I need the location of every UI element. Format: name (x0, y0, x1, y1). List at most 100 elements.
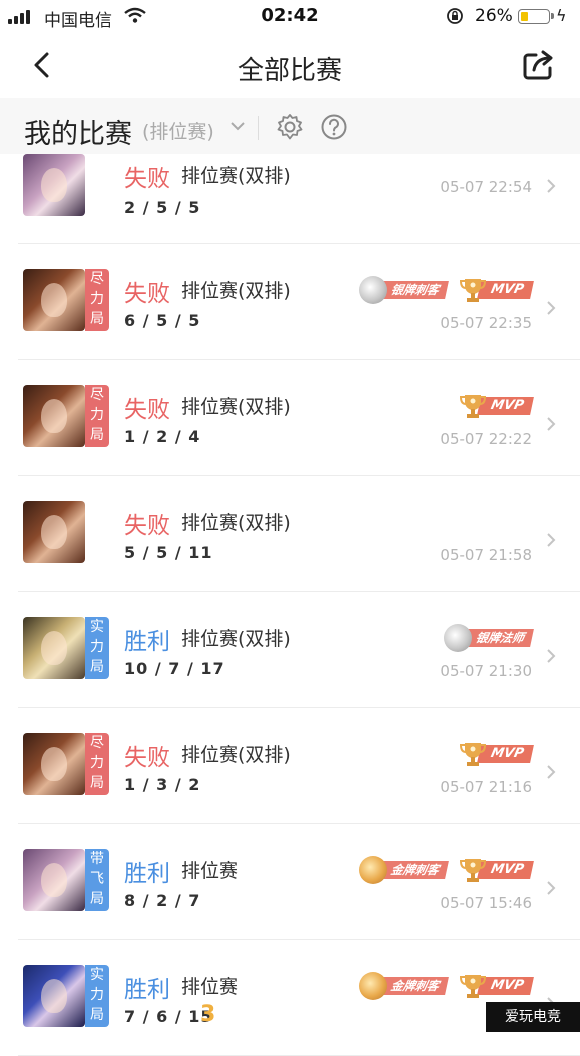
hero-avatar (23, 154, 85, 216)
badge-group: 金牌刺客 MVP (359, 854, 534, 886)
match-date: 05-07 22:35 (440, 314, 532, 332)
mvp-badge: MVP (459, 742, 534, 766)
chevron-down-icon[interactable] (230, 120, 246, 132)
match-mode: 排位赛 (181, 976, 239, 998)
match-row[interactable]: 带飞局胜利 排位赛 8 / 2 / 7 金牌刺客 MVP 05-07 15:46 (0, 824, 580, 940)
badge-group: 金牌刺客 MVP (359, 970, 534, 1002)
chevron-right-icon (547, 649, 556, 663)
match-mode: 排位赛(双排) (181, 512, 291, 534)
trophy-icon (460, 395, 487, 418)
match-date: 05-07 22:54 (440, 178, 532, 196)
hero-avatar (23, 501, 85, 563)
page-title: 全部比赛 (237, 56, 342, 86)
hero-avatar (23, 733, 85, 795)
match-result: 失败 (124, 397, 170, 423)
performance-tag: 尽力局 (85, 733, 109, 795)
match-result: 失败 (124, 166, 170, 192)
badge-group: 银牌法师 (443, 622, 534, 654)
match-type-filter[interactable]: (排位赛) (142, 117, 214, 144)
kda-stats: 5 / 5 / 11 (124, 543, 213, 562)
medal-icon (359, 972, 388, 1000)
match-date: 05-07 21:16 (440, 778, 532, 796)
share-icon[interactable] (522, 49, 556, 81)
match-mode: 排位赛 (181, 860, 239, 882)
performance-tag: 实力局 (85, 617, 109, 679)
silver-medal-badge: 银牌法师 (443, 624, 534, 652)
match-result: 胜利 (124, 977, 170, 1003)
performance-tag: 带飞局 (85, 849, 109, 911)
mvp-badge: MVP (459, 278, 534, 302)
chevron-right-icon (547, 179, 556, 193)
match-date: 05-07 21:58 (440, 546, 532, 564)
hero-avatar (23, 849, 85, 911)
badge-group: MVP (459, 390, 534, 422)
match-result: 胜利 (124, 861, 170, 887)
gear-icon[interactable] (276, 113, 304, 141)
match-mode: 排位赛(双排) (181, 744, 291, 766)
my-matches-header: 我的比赛 (排位赛) (0, 98, 580, 154)
match-list: 失败 排位赛(双排) 2 / 5 / 5 05-07 22:54 尽力局失败 排位赛(双排… (0, 154, 580, 1056)
watermark-logo: 爱玩电竞 (486, 1002, 580, 1032)
kda-stats: 10 / 7 / 17 (124, 659, 225, 678)
badge-group: 银牌刺客 MVP (359, 274, 534, 306)
trophy-icon (460, 859, 487, 882)
match-mode: 排位赛(双排) (181, 165, 291, 187)
chevron-right-icon (547, 533, 556, 547)
match-result: 失败 (124, 745, 170, 771)
hero-avatar (23, 965, 85, 1027)
match-result: 失败 (124, 281, 170, 307)
match-row[interactable]: 失败 排位赛(双排) 5 / 5 / 11 05-07 21:58 (0, 476, 580, 592)
mvp-badge: MVP (459, 858, 534, 882)
gold-medal-badge: 金牌刺客 (359, 972, 450, 1000)
match-date: 05-07 22:22 (440, 430, 532, 448)
performance-tag: 尽力局 (85, 385, 109, 447)
kda-stats: 1 / 3 / 2 (124, 775, 201, 794)
kda-stats: 6 / 5 / 5 (124, 311, 201, 330)
kda-stats: 2 / 5 / 5 (124, 198, 201, 217)
match-date: 05-07 15:46 (440, 894, 532, 912)
chevron-right-icon (547, 417, 556, 431)
section-title: 我的比赛 (24, 119, 132, 150)
battery-icon (518, 9, 554, 24)
match-mode: 排位赛(双排) (181, 280, 291, 302)
performance-tag: 实力局 (85, 965, 109, 1027)
match-row[interactable]: 尽力局失败 排位赛(双排) 1 / 3 / 2 MVP 05-07 21:16 (0, 708, 580, 824)
kda-stats: 1 / 2 / 4 (124, 427, 201, 446)
match-date: 05-07 21:30 (440, 662, 532, 680)
rank-number: 3 (200, 1002, 216, 1027)
trophy-icon (460, 975, 487, 998)
silver-medal-badge: 银牌刺客 (359, 276, 450, 304)
match-mode: 排位赛(双排) (181, 628, 291, 650)
medal-icon (359, 856, 388, 884)
match-row[interactable]: 尽力局失败 排位赛(双排) 6 / 5 / 5 银牌刺客 MVP 05-07 22:35 (0, 244, 580, 360)
hero-avatar (23, 617, 85, 679)
match-row[interactable]: 尽力局失败 排位赛(双排) 1 / 2 / 4 MVP 05-07 22:22 (0, 360, 580, 476)
chevron-right-icon (547, 301, 556, 315)
chevron-right-icon (547, 765, 556, 779)
hero-avatar (23, 269, 85, 331)
gold-medal-badge: 金牌刺客 (359, 856, 450, 884)
mvp-badge: MVP (459, 974, 534, 998)
match-result: 胜利 (124, 629, 170, 655)
match-row[interactable]: 实力局胜利 排位赛(双排) 10 / 7 / 17 银牌法师 05-07 21:30 (0, 592, 580, 708)
help-icon[interactable] (320, 113, 348, 141)
hero-avatar (23, 385, 85, 447)
divider (258, 116, 259, 140)
chevron-right-icon (547, 881, 556, 895)
match-mode: 排位赛(双排) (181, 396, 291, 418)
match-row[interactable]: 失败 排位赛(双排) 2 / 5 / 5 05-07 22:54 (0, 154, 580, 244)
match-result: 失败 (124, 513, 170, 539)
kda-stats: 8 / 2 / 7 (124, 891, 201, 910)
trophy-icon (460, 279, 487, 302)
charging-icon: ϟ (556, 6, 567, 25)
navigation-bar: 全部比赛 (0, 34, 580, 98)
trophy-icon (460, 743, 487, 766)
performance-tag: 尽力局 (85, 269, 109, 331)
mvp-badge: MVP (459, 394, 534, 418)
badge-group: MVP (459, 738, 534, 770)
status-bar: 中国电信 02:42 26% ϟ (0, 0, 580, 34)
medal-icon (359, 276, 388, 304)
match-row[interactable]: 实力局胜利排位赛7 / 6 / 153金牌刺客MVP05-0 (0, 940, 580, 1056)
rotation-lock-icon (447, 8, 463, 24)
battery-percent: 26% (475, 6, 513, 26)
